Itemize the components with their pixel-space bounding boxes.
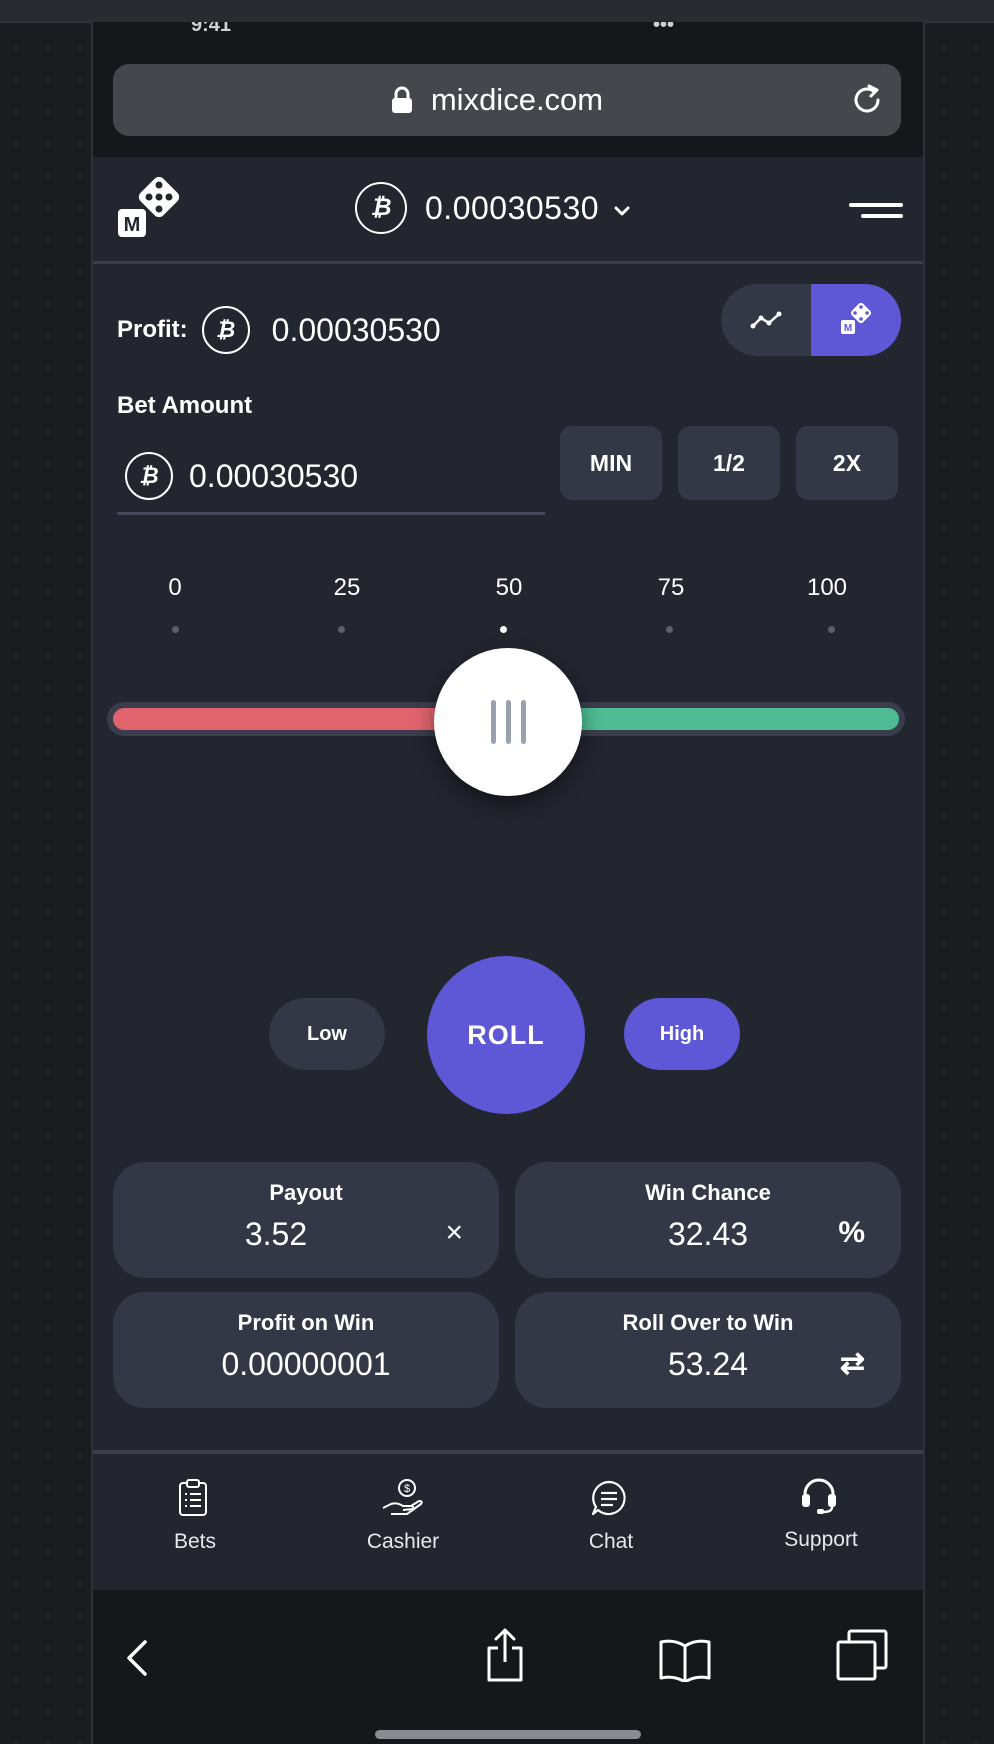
view-toggle: M <box>721 284 901 356</box>
chat-icon <box>591 1480 626 1516</box>
bet-amount-label: Bet Amount <box>117 392 253 419</box>
roll-over-card[interactable]: Roll Over to Win 53.24 ⇄ <box>515 1292 901 1408</box>
win-chance-title: Win Chance <box>645 1180 771 1205</box>
bookmarks-icon[interactable] <box>658 1638 712 1682</box>
headset-icon <box>802 1478 836 1514</box>
reload-icon[interactable] <box>849 82 885 118</box>
svg-text:$: $ <box>404 1483 410 1495</box>
nav-cashier-label: Cashier <box>366 1530 440 1553</box>
bet-amount-value: 0.00030530 <box>189 457 359 494</box>
grip-line <box>505 700 511 744</box>
nav-cashier[interactable]: $ Cashier <box>323 1454 483 1590</box>
bitcoin-icon: ₿ <box>201 306 250 354</box>
profit-on-win-card: Profit on Win 0.00000001 <box>113 1292 499 1408</box>
chart-view-button[interactable] <box>721 284 811 356</box>
profit-label: Profit: <box>117 316 188 343</box>
chevron-down-icon <box>614 206 630 216</box>
home-indicator <box>375 1730 641 1739</box>
scale-tick <box>828 626 835 633</box>
roll-over-title: Roll Over to Win <box>622 1310 794 1335</box>
profit-value: 0.00030530 <box>271 311 441 348</box>
profit-display: Profit: ₿ 0.00030530 <box>117 306 441 354</box>
percent-icon: % <box>838 1216 865 1249</box>
scale-tick <box>172 626 179 633</box>
status-indicators: ••• <box>653 22 675 36</box>
multiplier-icon: × <box>445 1216 463 1249</box>
scale-tick <box>338 626 345 633</box>
bottom-nav: Bets $ Cashier Chat Support <box>93 1454 923 1590</box>
hamburger-menu-icon[interactable] <box>849 201 903 221</box>
address-bar[interactable]: mixdice.com <box>113 64 901 136</box>
browser-bottom-toolbar <box>93 1590 923 1744</box>
nav-chat-label: Chat <box>588 1530 634 1553</box>
mixdice-logo-icon[interactable]: M <box>117 177 179 239</box>
scale-tick <box>500 626 507 633</box>
nav-support-label: Support <box>784 1528 858 1551</box>
line-chart-icon <box>750 311 782 329</box>
profit-on-win-title: Profit on Win <box>237 1310 375 1335</box>
bet-amount-input[interactable]: ₿ 0.00030530 <box>117 440 545 515</box>
nav-bets-label: Bets <box>173 1530 217 1553</box>
svg-text:M: M <box>124 214 141 236</box>
grip-line <box>490 700 496 744</box>
scale-label-75: 75 <box>657 574 685 601</box>
cashier-icon: $ <box>382 1479 423 1515</box>
browser-toolbar: 9:41 ••• mixdice.com <box>93 22 923 157</box>
slider-handle[interactable] <box>434 648 582 796</box>
dice-view-button[interactable]: M <box>811 284 901 356</box>
svg-text:M: M <box>844 323 852 334</box>
lose-zone <box>113 708 473 730</box>
swap-icon[interactable]: ⇄ <box>840 1346 865 1381</box>
phone-screen: 9:41 ••• mixdice.com M ₿ 0.00030530 Prof… <box>91 22 925 1744</box>
half-button[interactable]: 1/2 <box>678 426 780 500</box>
high-button[interactable]: High <box>624 998 740 1070</box>
app-header: M ₿ 0.00030530 <box>93 157 923 264</box>
low-button[interactable]: Low <box>269 998 385 1070</box>
win-chance-card[interactable]: Win Chance 32.43 % <box>515 1162 901 1278</box>
scale-tick <box>666 626 673 633</box>
grip-line <box>520 700 526 744</box>
back-icon[interactable] <box>123 1638 153 1678</box>
double-button[interactable]: 2X <box>796 426 898 500</box>
payout-title: Payout <box>269 1180 343 1205</box>
balance-selector[interactable]: ₿ 0.00030530 <box>355 182 631 234</box>
min-button[interactable]: MIN <box>560 426 662 500</box>
tabs-icon[interactable] <box>835 1628 889 1682</box>
dice-icon: M <box>841 303 872 334</box>
share-icon[interactable] <box>485 1628 525 1682</box>
scale-label-50: 50 <box>495 574 523 601</box>
window-top-bar <box>0 0 994 23</box>
bitcoin-icon: ₿ <box>355 182 407 234</box>
payout-value: 3.52 <box>244 1216 308 1252</box>
bitcoin-icon: ₿ <box>125 452 173 500</box>
scale-label-0: 0 <box>168 574 182 601</box>
status-time: 9:41 <box>191 22 232 36</box>
payout-card[interactable]: Payout 3.52 × <box>113 1162 499 1278</box>
scale-label-100: 100 <box>806 574 848 601</box>
roll-button[interactable]: ROLL <box>427 956 585 1114</box>
balance-value: 0.00030530 <box>425 189 600 226</box>
profit-on-win-value: 0.00000001 <box>221 1346 391 1382</box>
url-text: mixdice.com <box>430 82 604 117</box>
nav-bets[interactable]: Bets <box>115 1454 275 1590</box>
clipboard-list-icon <box>179 1479 207 1516</box>
nav-support[interactable]: Support <box>741 1454 901 1590</box>
nav-chat[interactable]: Chat <box>531 1454 691 1590</box>
scale-label-25: 25 <box>333 574 361 601</box>
